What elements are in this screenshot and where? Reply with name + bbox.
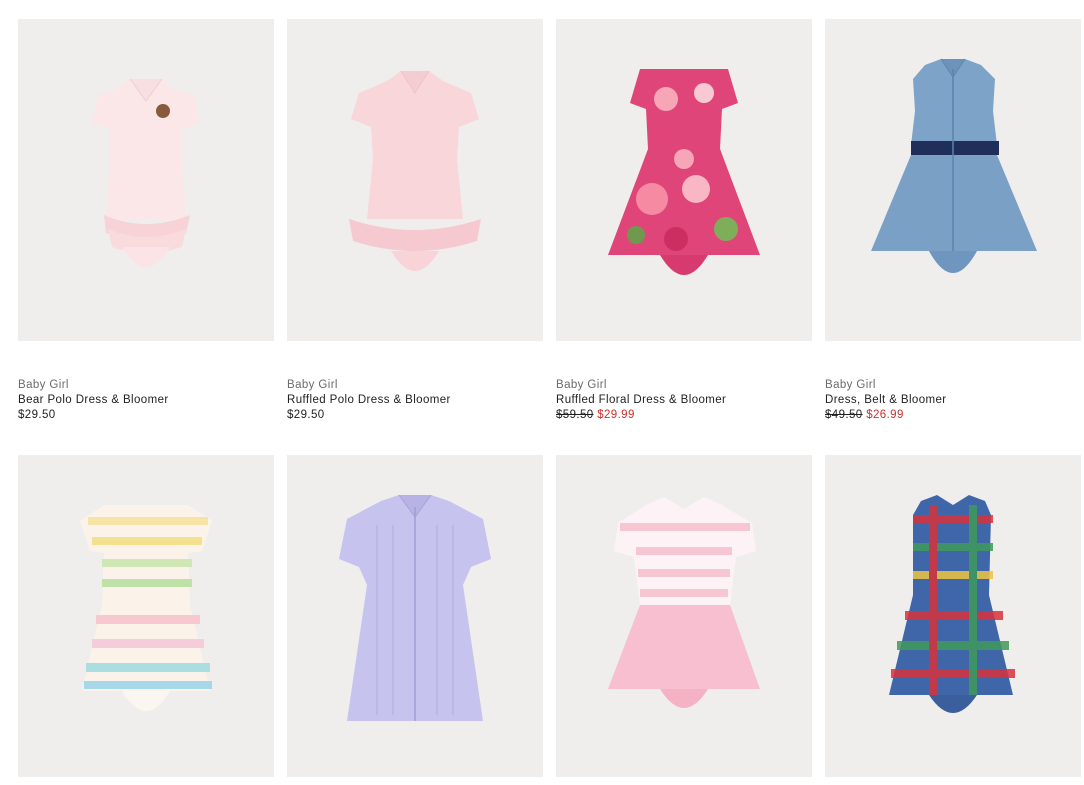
sale-price: $29.99 [597, 409, 635, 421]
chambray-dress-image [871, 58, 1037, 273]
product-image[interactable] [18, 19, 274, 341]
plaid-dress-image [889, 495, 1015, 713]
product-category: Baby Girl [287, 379, 338, 391]
product-image[interactable] [556, 455, 812, 777]
product-category: Baby Girl [18, 379, 69, 391]
product-image[interactable] [825, 455, 1081, 777]
product-name[interactable]: Bear Polo Dress & Bloomer [18, 393, 274, 408]
product-price: $59.50 $29.99 [556, 408, 812, 423]
product-name[interactable]: Ruffled Floral Dress & Bloomer [556, 393, 812, 408]
product-image[interactable] [18, 455, 274, 777]
product-image[interactable] [825, 19, 1081, 341]
original-price: $49.50 [825, 409, 863, 421]
product-price: $29.50 [287, 409, 325, 421]
sale-price: $26.99 [866, 409, 904, 421]
ruffled-polo-dress-image [349, 70, 481, 271]
product-category: Baby Girl [556, 379, 607, 391]
pink-stripe-dress-image [608, 497, 760, 708]
bear-polo-dress-image [92, 78, 200, 267]
product-price: $29.50 [18, 409, 56, 421]
floral-dress-image [608, 69, 760, 275]
rainbow-stripe-dress-image [80, 505, 212, 711]
product-name[interactable]: Ruffled Polo Dress & Bloomer [287, 393, 543, 408]
product-category: Baby Girl [825, 379, 876, 391]
product-price: $49.50 $26.99 [825, 408, 1081, 423]
product-image[interactable] [287, 19, 543, 341]
original-price: $59.50 [556, 409, 594, 421]
lavender-oxford-dress-image [339, 494, 491, 721]
product-image[interactable] [556, 19, 812, 341]
product-name[interactable]: Dress, Belt & Bloomer [825, 393, 1081, 408]
product-image[interactable] [287, 455, 543, 777]
